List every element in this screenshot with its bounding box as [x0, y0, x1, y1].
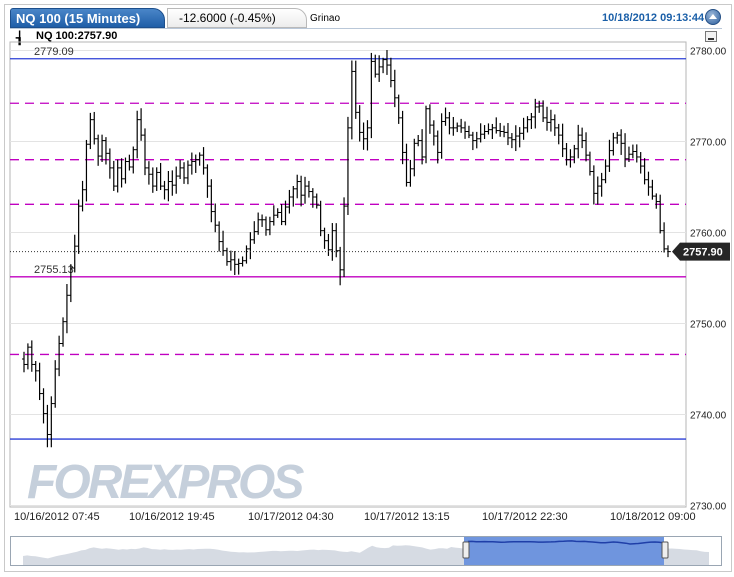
y-tick-label: 2780.00	[690, 47, 727, 58]
y-tick-label: 2750.00	[690, 320, 727, 331]
x-tick-label: 10/16/2012 19:45	[129, 511, 215, 523]
x-tick-label: 10/17/2012 04:30	[248, 511, 334, 523]
y-tick-label: 2770.00	[690, 138, 727, 149]
watermark-logo: FOREXPROS	[27, 456, 304, 509]
last-price-marker: 2757.90	[10, 242, 730, 261]
y-axis: 2780.002770.002760.002750.002740.002730.…	[690, 47, 727, 513]
plot-area	[9, 41, 687, 508]
x-tick-label: 10/17/2012 13:15	[364, 511, 450, 523]
x-tick-label: 10/17/2012 22:30	[482, 511, 568, 523]
level-label: 2779.09	[34, 46, 74, 58]
navigator-chart	[23, 537, 709, 565]
x-axis: 10/16/2012 07:45 10/16/2012 19:45 10/17/20…	[14, 511, 696, 523]
x-tick-label: 10/16/2012 07:45	[14, 511, 100, 523]
navigator-handle[interactable]	[661, 541, 669, 559]
price-series	[22, 50, 670, 448]
level-label: 2755.13	[34, 264, 74, 276]
last-price-label: 2757.90	[683, 247, 723, 259]
navigator-scrollbar[interactable]	[10, 536, 722, 566]
navigator-handle[interactable]	[462, 541, 470, 559]
y-tick-label: 2760.00	[690, 229, 727, 240]
y-tick-label: 2740.00	[690, 411, 727, 422]
price-chart: 2779.09 2755.13 FOREXPROS 2780.00 2770.00 2…	[9, 41, 730, 523]
x-tick-label: 10/18/2012 09:00	[610, 511, 696, 523]
level-lines: 2779.09 2755.13	[10, 46, 686, 440]
